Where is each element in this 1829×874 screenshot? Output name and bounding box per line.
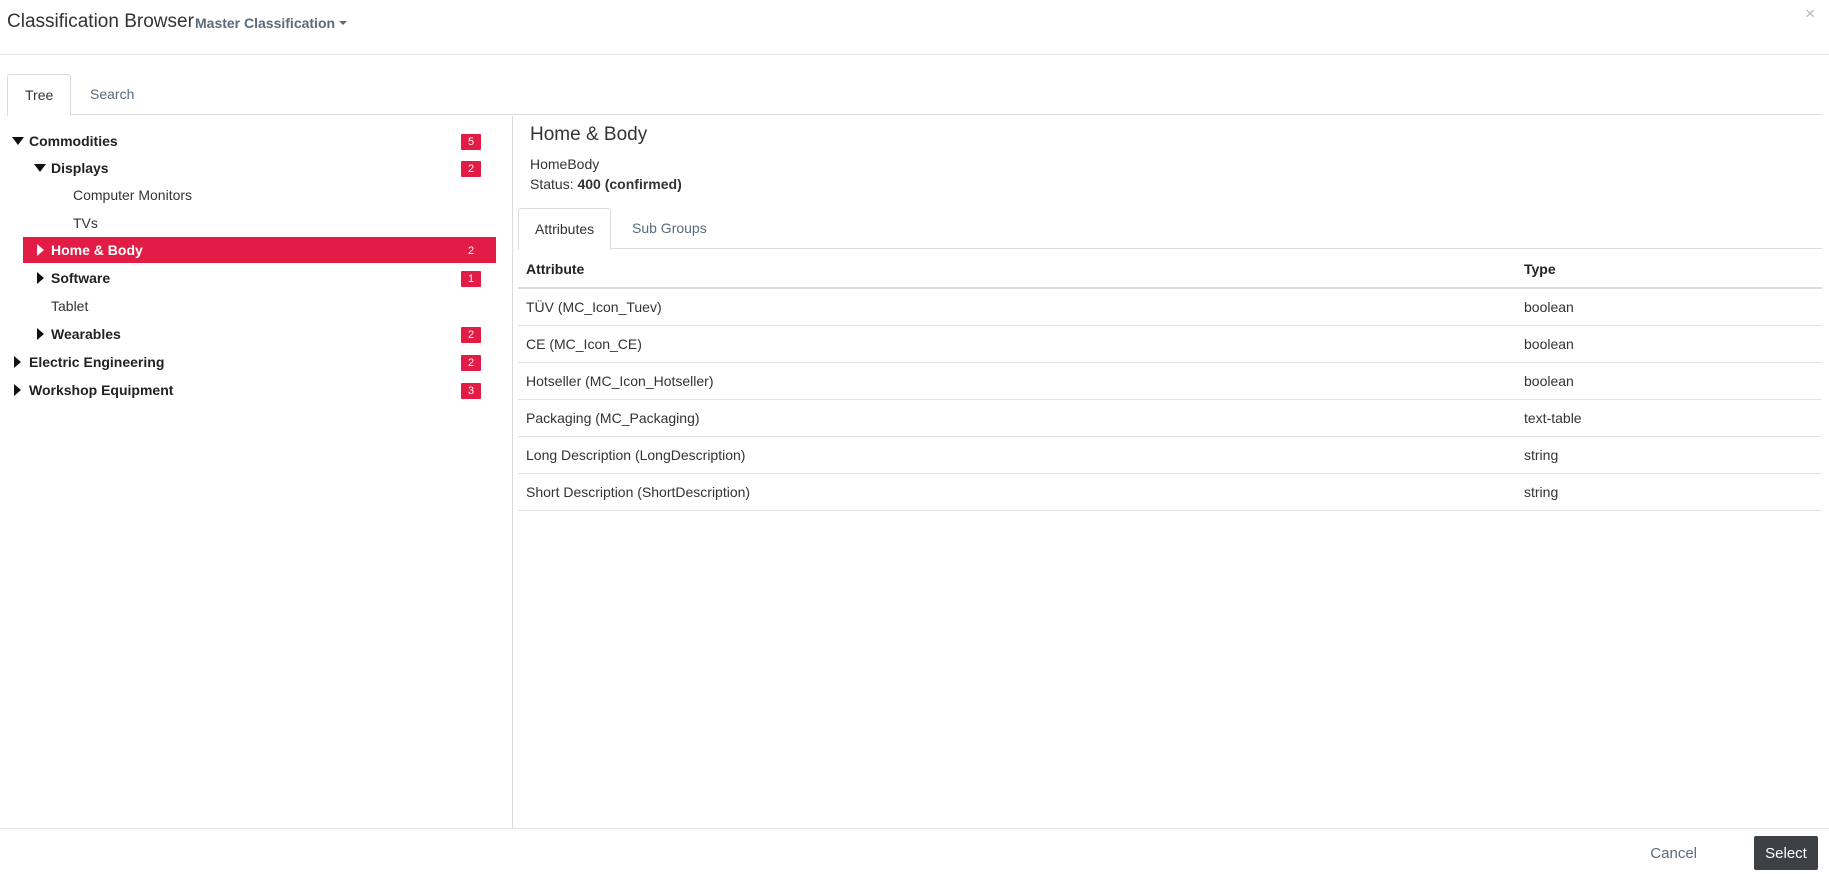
table-row[interactable]: Hotseller (MC_Icon_Hotseller) boolean [518,362,1822,400]
tree-node-label: TVs [73,215,98,231]
classification-tree: Commodities 5 Displays 2 Computer Monito… [0,116,513,828]
tree-node-label: Electric Engineering [29,354,165,370]
column-header-type[interactable]: Type [1516,250,1822,289]
caret-right-icon[interactable] [37,328,44,340]
detail-panel: Home & Body HomeBody Status: 400 (confir… [514,116,1822,828]
caret-down-icon[interactable] [12,137,24,145]
table-row[interactable]: CE (MC_Icon_CE) boolean [518,325,1822,363]
tree-node-label: Home & Body [51,242,143,258]
attribute-cell: TÜV (MC_Icon_Tuev) [518,288,1516,326]
tree-node-software[interactable]: Software 1 [23,265,496,291]
count-badge: 3 [461,383,481,399]
group-name: Home & Body [530,124,648,145]
tab-search[interactable]: Search [73,74,151,116]
tree-node-label: Tablet [51,298,89,314]
count-badge: 1 [461,271,481,287]
attribute-cell: Hotseller (MC_Icon_Hotseller) [518,362,1516,400]
caret-right-icon[interactable] [37,244,44,256]
tree-node-tablet[interactable]: Tablet [23,293,496,319]
tree-node-workshop-equipment[interactable]: Workshop Equipment 3 [0,377,496,403]
tree-node-home-body[interactable]: Home & Body 2 [23,237,496,263]
caret-right-icon[interactable] [14,356,21,368]
caret-right-icon[interactable] [37,272,44,284]
caret-down-icon [339,21,348,25]
table-row[interactable]: Packaging (MC_Packaging) text-table [518,399,1822,437]
tree-node-electric-engineering[interactable]: Electric Engineering 2 [0,349,496,375]
cancel-button[interactable]: Cancel [1644,844,1703,863]
type-cell: text-table [1516,399,1822,437]
group-code: HomeBody [530,156,600,172]
tree-node-tvs[interactable]: TVs [23,210,496,236]
tree-node-label: Software [51,270,111,286]
status-label: Status: [530,176,574,192]
table-row[interactable]: Long Description (LongDescription) strin… [518,436,1822,474]
attribute-cell: CE (MC_Icon_CE) [518,325,1516,363]
tab-tree[interactable]: Tree [7,74,72,116]
dialog-header: Classification Browser Master Classifica… [0,0,1829,55]
tree-node-label: Commodities [29,133,118,149]
table-row[interactable]: Short Description (ShortDescription) str… [518,473,1822,511]
caret-right-icon[interactable] [14,384,21,396]
main-tabs: Tree Search [7,74,1822,116]
classification-selector-label: Master Classification [195,15,336,31]
table-row[interactable]: TÜV (MC_Icon_Tuev) boolean [518,288,1822,326]
tree-node-computer-monitors[interactable]: Computer Monitors [23,182,496,208]
classification-selector[interactable]: Master Classification [195,15,348,31]
tree-node-displays[interactable]: Displays 2 [23,155,496,181]
detail-tabs: Attributes Sub Groups [518,208,1822,250]
column-header-attribute[interactable]: Attribute [518,250,1516,289]
count-badge: 2 [461,327,481,343]
tab-attributes[interactable]: Attributes [518,208,612,250]
attributes-table: Attribute Type TÜV (MC_Icon_Tuev) boolea… [518,250,1822,511]
count-badge: 5 [461,134,481,150]
type-cell: boolean [1516,325,1822,363]
tree-node-label: Displays [51,160,109,176]
table-header-row: Attribute Type [518,250,1822,289]
tree-node-label: Computer Monitors [73,187,193,203]
tab-sub-groups[interactable]: Sub Groups [616,208,723,250]
status-value: 400 (confirmed) [577,176,682,192]
tree-node-label: Workshop Equipment [29,382,174,398]
type-cell: boolean [1516,288,1822,326]
tree-node-commodities[interactable]: Commodities 5 [0,128,496,154]
attribute-cell: Packaging (MC_Packaging) [518,399,1516,437]
count-badge: 2 [461,355,481,371]
dialog-footer: Cancel Select [0,828,1829,874]
type-cell: string [1516,473,1822,511]
count-badge: 2 [467,245,475,257]
select-button[interactable]: Select [1754,836,1818,870]
attribute-cell: Short Description (ShortDescription) [518,473,1516,511]
dialog-title: Classification Browser [7,11,194,32]
type-cell: string [1516,436,1822,474]
close-icon[interactable]: × [1805,4,1815,24]
tree-node-label: Wearables [51,326,121,342]
attribute-cell: Long Description (LongDescription) [518,436,1516,474]
caret-down-icon[interactable] [34,164,46,172]
count-badge: 2 [461,161,481,177]
group-status: Status: 400 (confirmed) [530,176,682,192]
tree-node-wearables[interactable]: Wearables 2 [23,321,496,347]
type-cell: boolean [1516,362,1822,400]
